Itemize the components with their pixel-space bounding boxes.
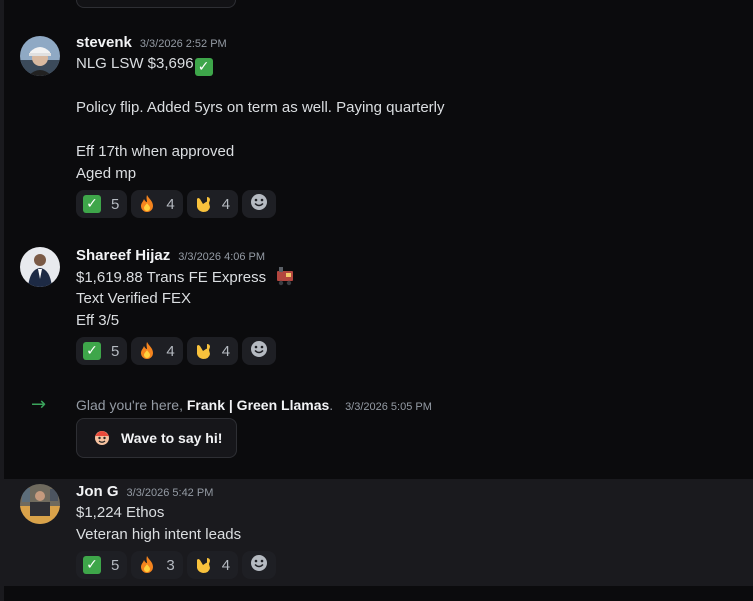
check-mark-icon: ✓ (83, 342, 101, 360)
message-text: Eff 17th when approved (76, 143, 235, 160)
check-mark-icon: ✓ (83, 195, 101, 213)
reaction-count: 4 (166, 342, 175, 360)
message-shareef-hijaz: Shareef Hijaz 3/3/2026 4:06 PM $1,619.88… (4, 240, 753, 375)
fire-icon (137, 555, 157, 575)
username[interactable]: Shareef Hijaz (76, 247, 170, 264)
system-join-message: → Glad you're here, Frank | Green Llamas… (4, 388, 753, 468)
reaction-check[interactable]: ✓ 5 (76, 337, 128, 365)
wave-button[interactable]: Wave to say hi! (76, 418, 238, 458)
timestamp: 3/3/2026 2:52 PM (139, 38, 227, 50)
join-prefix: Glad you're here, (76, 397, 187, 413)
avatar[interactable] (20, 484, 60, 524)
avatar[interactable] (20, 247, 60, 287)
fire-icon (137, 341, 157, 361)
reaction-bar: ✓ 5 3 4 (76, 551, 277, 579)
previous-message-button[interactable] (76, 0, 236, 8)
message-text: Policy flip. Added 5yrs on term as well.… (76, 99, 445, 116)
call-me-hand-icon (193, 194, 213, 214)
arrow-right-icon: → (31, 394, 47, 415)
reaction-count: 3 (166, 556, 175, 574)
avatar[interactable] (20, 36, 60, 76)
reaction-fire[interactable]: 4 (131, 337, 183, 365)
add-reaction-button[interactable] (242, 190, 277, 218)
message-line: NLG LSW $3,696 ✓ (76, 53, 213, 76)
timestamp: 3/3/2026 4:06 PM (178, 251, 266, 263)
reaction-check[interactable]: ✓ 5 (76, 190, 128, 218)
reaction-fire[interactable]: 3 (131, 551, 183, 579)
username[interactable]: Jon G (76, 483, 119, 500)
join-text: Glad you're here, Frank | Green Llamas. … (76, 397, 432, 413)
message-text: $1,619.88 Trans FE Express (76, 269, 267, 286)
reaction-count: 4 (221, 342, 231, 360)
call-me-hand-icon (193, 555, 213, 575)
reaction-count: 4 (221, 195, 231, 213)
check-mark-icon: ✓ (194, 58, 213, 76)
message-jon-g: Jon G 3/3/2026 5:42 PM $1,224 Ethos Vete… (4, 479, 753, 586)
message-stevenk: stevenk 3/3/2026 2:52 PM NLG LSW $3,696 ✓… (4, 28, 753, 228)
check-mark-icon: ✓ (83, 556, 101, 574)
message-text: Text Verified FEX (76, 290, 192, 307)
joined-username[interactable]: Frank | Green Llamas (187, 397, 329, 413)
reaction-call-me-hand[interactable]: 4 (186, 190, 239, 218)
smiley-icon (250, 340, 268, 362)
reaction-fire[interactable]: 4 (131, 190, 183, 218)
reaction-count: 4 (221, 556, 231, 574)
message-text: Eff 3/5 (76, 312, 120, 329)
message-text: Aged mp (76, 165, 137, 182)
reaction-count: 5 (111, 556, 120, 574)
smiley-icon (250, 554, 268, 576)
reaction-call-me-hand[interactable]: 4 (186, 337, 239, 365)
timestamp: 3/3/2026 5:42 PM (126, 487, 214, 499)
message-text: NLG LSW $3,696 (76, 55, 194, 72)
reaction-check[interactable]: ✓ 5 (76, 551, 128, 579)
train-icon (274, 266, 296, 293)
message-text: $1,224 Ethos (76, 504, 165, 521)
timestamp: 3/3/2026 5:05 PM (345, 401, 432, 413)
reaction-bar: ✓ 5 4 4 (76, 337, 277, 365)
join-suffix: . (329, 397, 334, 413)
reaction-count: 4 (166, 195, 175, 213)
username[interactable]: stevenk (76, 34, 132, 51)
message-text: Veteran high intent leads (76, 526, 242, 543)
wave-sticker-icon (91, 426, 113, 451)
reaction-count: 5 (111, 342, 120, 360)
reaction-count: 5 (111, 195, 120, 213)
add-reaction-button[interactable] (242, 551, 277, 579)
fire-icon (137, 194, 157, 214)
wave-label: Wave to say hi! (121, 430, 223, 446)
add-reaction-button[interactable] (242, 337, 277, 365)
smiley-icon (250, 193, 268, 215)
reaction-bar: ✓ 5 4 4 (76, 190, 277, 218)
reaction-call-me-hand[interactable]: 4 (186, 551, 239, 579)
call-me-hand-icon (193, 341, 213, 361)
